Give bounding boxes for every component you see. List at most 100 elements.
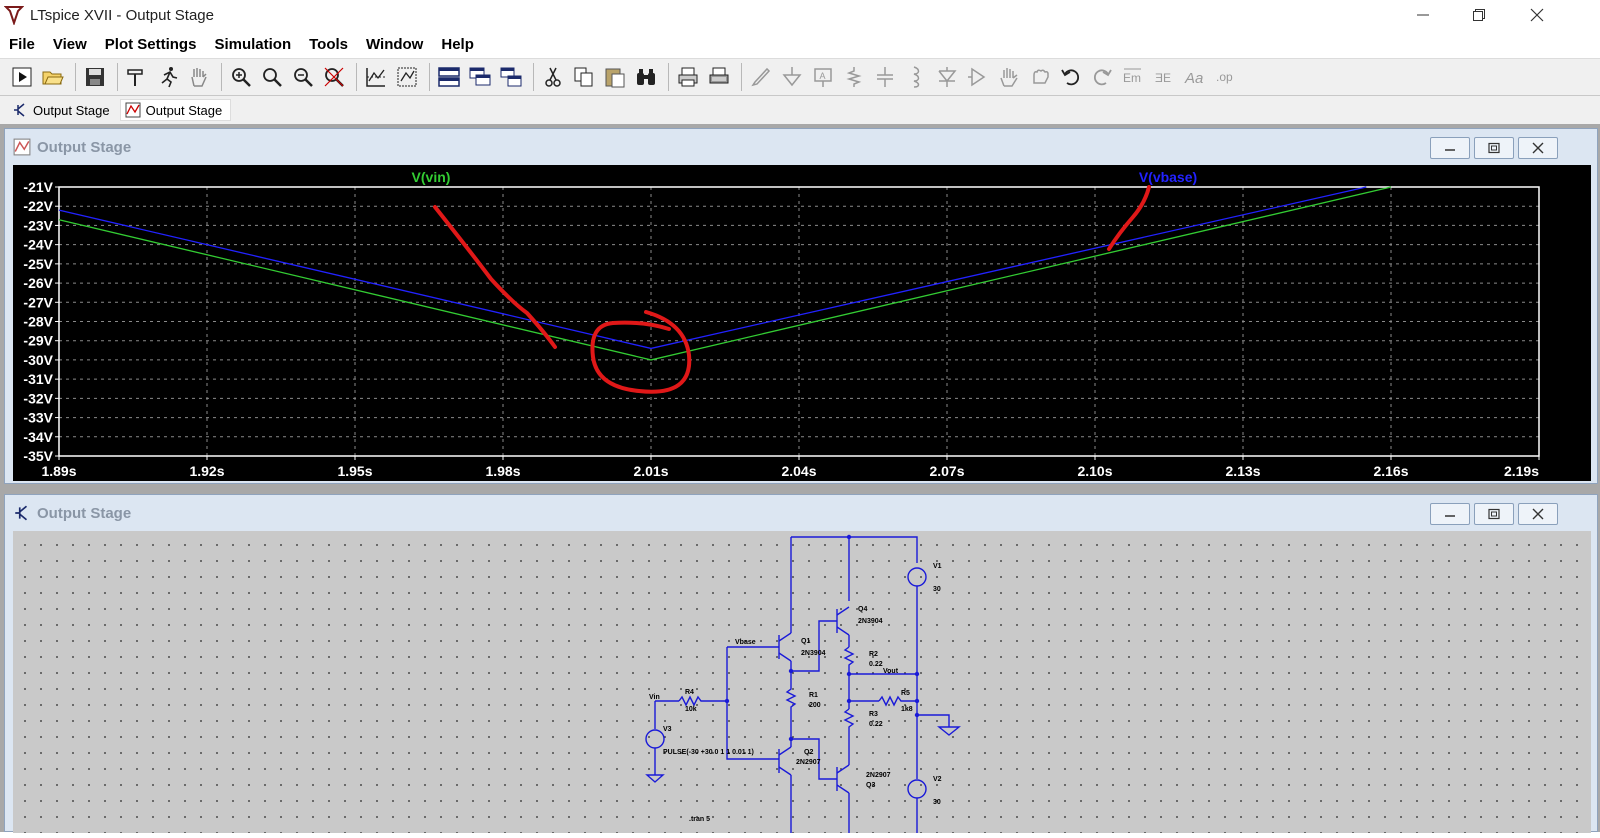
- move-button[interactable]: [995, 63, 1023, 91]
- q4-model[interactable]: 2N3904: [858, 618, 883, 625]
- cut-button[interactable]: [539, 63, 567, 91]
- net-label-vin[interactable]: Vin: [649, 694, 660, 701]
- drag-button[interactable]: [1026, 63, 1054, 91]
- diode-button[interactable]: [933, 63, 961, 91]
- q1-name[interactable]: Q1: [801, 638, 810, 645]
- schematic-maximize-button[interactable]: [1474, 503, 1514, 525]
- menu-plot-settings[interactable]: Plot Settings: [105, 36, 197, 53]
- cascade-button[interactable]: [466, 63, 494, 91]
- ground-button[interactable]: [778, 63, 806, 91]
- r1-value[interactable]: 200: [809, 702, 821, 709]
- tile-horizontal-button[interactable]: [435, 63, 463, 91]
- paste-button[interactable]: [601, 63, 629, 91]
- tile-vertical-icon: [500, 67, 522, 87]
- undo-icon: [1061, 69, 1080, 86]
- waveform-chart[interactable]: -21V -22V -23V -24V -25V -26V -27V -28V -29V -30V…: [13, 165, 1591, 481]
- r4-name[interactable]: R4: [685, 689, 694, 696]
- tran-directive[interactable]: .tran 5: [689, 816, 710, 823]
- r2-value[interactable]: 0.22: [869, 661, 883, 668]
- resistor-icon: [846, 67, 862, 87]
- find-button[interactable]: [632, 63, 660, 91]
- waveform-plot-area[interactable]: -21V -22V -23V -24V -25V -26V -27V -28V -29V -30V…: [13, 165, 1591, 481]
- series-line-vbase[interactable]: [58, 186, 1367, 350]
- q2-model[interactable]: 2N2907: [796, 759, 821, 766]
- r5-value[interactable]: 1k8: [901, 706, 913, 713]
- tab-schematic[interactable]: Output Stage: [8, 100, 118, 120]
- q4-name[interactable]: Q4: [858, 606, 867, 613]
- run-button[interactable]: [8, 63, 36, 91]
- copy-button[interactable]: [570, 63, 598, 91]
- open-hand-icon: [1000, 68, 1018, 87]
- minimize-button[interactable]: [1394, 0, 1452, 30]
- r4-value[interactable]: 10k: [685, 706, 697, 713]
- q3-model[interactable]: 2N2907: [866, 772, 891, 779]
- v1-value[interactable]: 30: [933, 586, 941, 593]
- hand-icon: [191, 68, 207, 87]
- zoom-fit-button[interactable]: [320, 63, 348, 91]
- menu-tools[interactable]: Tools: [309, 36, 348, 53]
- print-button[interactable]: [674, 63, 702, 91]
- schematic-wires: [645, 536, 961, 833]
- net-label-vout[interactable]: Vout: [883, 668, 899, 675]
- r5-name[interactable]: R5: [901, 690, 910, 697]
- undo-button[interactable]: [1057, 63, 1085, 91]
- schematic-drawing[interactable]: Vin Vbase Vout R4 10k V3 PULSE(-30 +30 0…: [13, 531, 1591, 833]
- v3-name[interactable]: V3: [663, 726, 672, 733]
- control-panel-button[interactable]: [123, 63, 151, 91]
- save-button[interactable]: [81, 63, 109, 91]
- tile-vertical-button[interactable]: [497, 63, 525, 91]
- waveform-maximize-button[interactable]: [1474, 137, 1514, 159]
- mirror-button[interactable]: ƎE: [1150, 63, 1178, 91]
- spice-directive-icon: .op: [1216, 70, 1233, 84]
- tab-waveform[interactable]: Output Stage: [119, 99, 232, 121]
- capacitor-button[interactable]: [871, 63, 899, 91]
- waveform-close-button[interactable]: [1518, 137, 1558, 159]
- spice-directive-button[interactable]: .op: [1212, 63, 1240, 91]
- rotate-button[interactable]: Em: [1119, 63, 1147, 91]
- open-button[interactable]: [39, 63, 67, 91]
- schematic-close-button[interactable]: [1518, 503, 1558, 525]
- run-simulation-button[interactable]: [154, 63, 182, 91]
- label-net-button[interactable]: A: [809, 63, 837, 91]
- menu-view[interactable]: View: [53, 36, 87, 53]
- restore-button[interactable]: [1450, 0, 1508, 30]
- series-label-vin[interactable]: V(vin): [412, 169, 451, 185]
- pan-button[interactable]: [258, 63, 286, 91]
- series-label-vbase[interactable]: V(vbase): [1139, 169, 1197, 185]
- folder-open-icon: [42, 71, 64, 85]
- r3-name[interactable]: R3: [869, 711, 878, 718]
- series-line-vin[interactable]: [58, 186, 1392, 361]
- close-button[interactable]: [1508, 0, 1566, 30]
- r3-value[interactable]: 0.22: [869, 721, 883, 728]
- autorange-button[interactable]: [362, 63, 390, 91]
- waveform-minimize-button[interactable]: [1430, 137, 1470, 159]
- net-label-vbase[interactable]: Vbase: [735, 639, 756, 646]
- print-preview-button[interactable]: [705, 63, 733, 91]
- v2-value[interactable]: 30: [933, 799, 941, 806]
- text-button[interactable]: Aa: [1181, 63, 1209, 91]
- schematic-minimize-button[interactable]: [1430, 503, 1470, 525]
- q2-name[interactable]: Q2: [804, 749, 813, 756]
- q3-name[interactable]: Q3: [866, 782, 875, 789]
- v1-name[interactable]: V1: [933, 563, 942, 570]
- r2-name[interactable]: R2: [869, 651, 878, 658]
- menu-help[interactable]: Help: [441, 36, 474, 53]
- q1-model[interactable]: 2N3904: [801, 650, 826, 657]
- menu-simulation[interactable]: Simulation: [214, 36, 291, 53]
- manual-limits-button[interactable]: [393, 63, 421, 91]
- toolbar-separator: [741, 63, 742, 91]
- inductor-button[interactable]: [902, 63, 930, 91]
- menu-file[interactable]: File: [9, 36, 35, 53]
- component-button[interactable]: [964, 63, 992, 91]
- zoom-area-button[interactable]: [227, 63, 255, 91]
- zoom-out-button[interactable]: [289, 63, 317, 91]
- halt-button[interactable]: [185, 63, 213, 91]
- v2-name[interactable]: V2: [933, 776, 942, 783]
- draw-wire-button[interactable]: [747, 63, 775, 91]
- redo-button[interactable]: [1088, 63, 1116, 91]
- v3-pulse-value[interactable]: PULSE(-30 +30 0 1 1 0.01 1): [663, 749, 754, 756]
- menu-window[interactable]: Window: [366, 36, 423, 53]
- schematic-canvas[interactable]: Vin Vbase Vout R4 10k V3 PULSE(-30 +30 0…: [13, 531, 1591, 833]
- r1-name[interactable]: R1: [809, 692, 818, 699]
- resistor-button[interactable]: [840, 63, 868, 91]
